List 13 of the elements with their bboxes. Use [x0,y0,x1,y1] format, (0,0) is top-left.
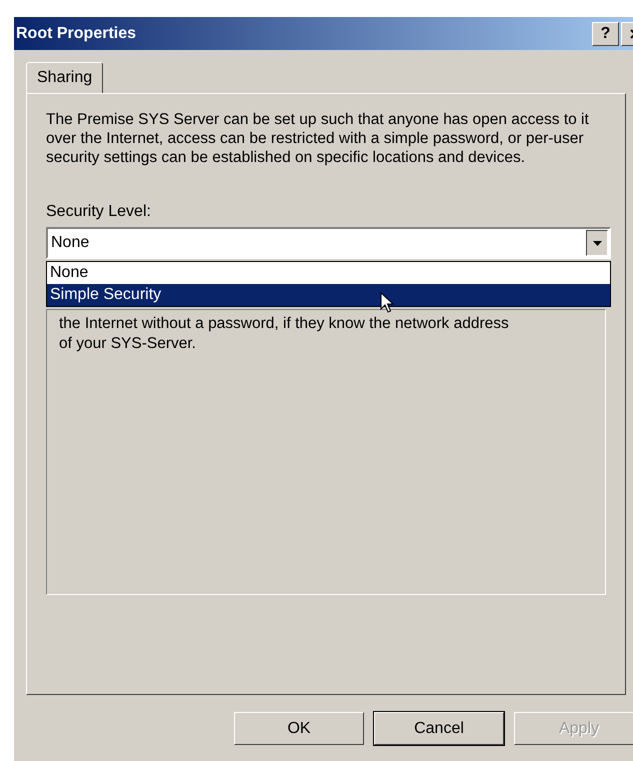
dialog-button[interactable]: OK [234,712,364,745]
window-title: Root Properties [16,24,138,42]
dropdown-arrow-button[interactable] [586,230,608,256]
tab[interactable]: Sharing [26,62,104,93]
description-text: the Internet without a password, if they know the network address of your SYS-Server. [59,314,509,354]
dropdown-option[interactable]: Simple Security [47,284,610,306]
security-level-label: Security Level: [46,203,152,221]
security-level-dropdown[interactable]: None [46,227,611,259]
help-button[interactable]: ? [592,22,619,46]
intro-text: The Premise SYS Server can be set up such that anyone has open access to it over the Internet, access can be restricted with a simple password, or per-user security settings can be established on specific locations and devices. [46,110,590,167]
dialog-button[interactable]: Cancel [374,712,504,745]
dropdown-option[interactable]: None [47,262,610,284]
caret-icon [592,240,602,246]
